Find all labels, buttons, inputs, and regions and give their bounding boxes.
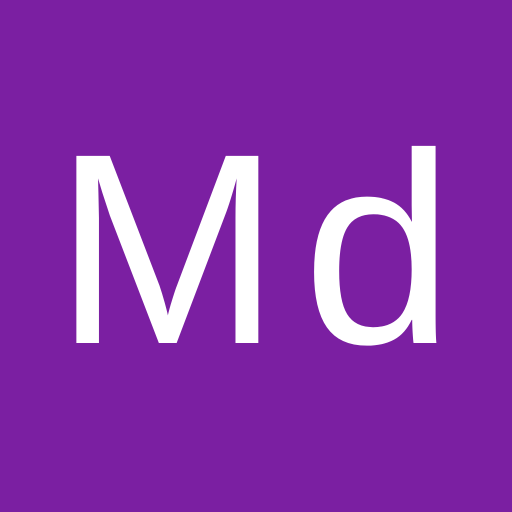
avatar: Md xyxy=(0,0,512,512)
avatar-initials: Md xyxy=(54,97,476,401)
